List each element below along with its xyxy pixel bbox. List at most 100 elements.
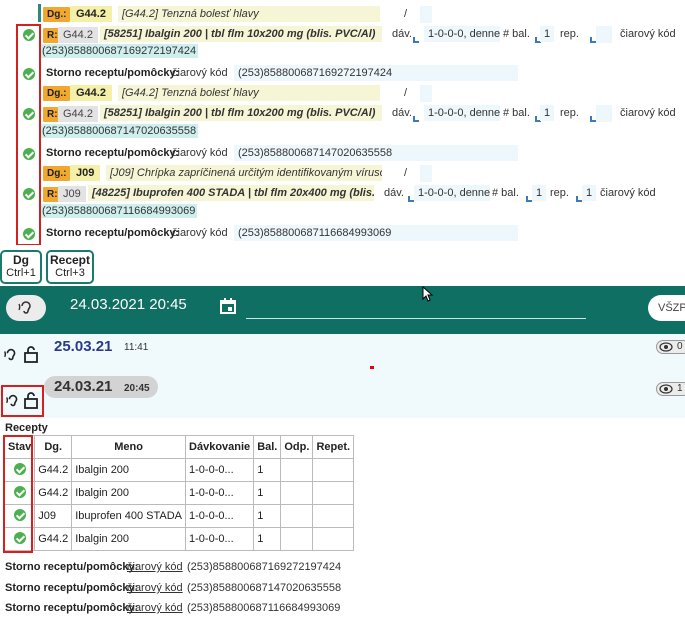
stav-column-highlight: [3, 435, 33, 553]
storno-row: Storno receptu/pomôcky: čiarový kód (253…: [0, 225, 685, 245]
visit-date: 24.03.21: [54, 378, 113, 395]
corner-icon: [413, 116, 419, 122]
barcode-value[interactable]: (253)858800687116684993069: [40, 204, 198, 218]
cell-odp: [280, 458, 314, 482]
cell-dav: 1-0-0-0...: [185, 504, 255, 528]
dav-label: dáv.: [384, 187, 404, 199]
dg-extra-field[interactable]: [420, 165, 432, 182]
visit-datetime[interactable]: 24.03.2021 20:45: [70, 296, 187, 313]
rep-field[interactable]: [596, 26, 612, 43]
rep-field[interactable]: [596, 105, 612, 122]
storno-code-field[interactable]: (253)858800687147020635558: [234, 145, 518, 161]
cell-meno: Ibalgin 200: [71, 458, 187, 482]
dg-description[interactable]: [J09] Chrípka zapríčinená určitým identi…: [106, 165, 382, 181]
dg-label: Dg.:: [43, 166, 71, 181]
recept-shortcut-button[interactable]: Recept Ctrl+3: [46, 250, 94, 284]
dav-field[interactable]: 1-0-0-0, denne: [424, 26, 500, 42]
storno-type: čiarový kód: [172, 147, 228, 159]
dg-shortcut-label: Dg: [13, 253, 29, 267]
view-count: 1: [677, 383, 683, 394]
table-row[interactable]: J09 Ibuprofen 400 STADA 1-0-0-0... 1: [3, 504, 355, 528]
cell-rep: [312, 527, 355, 551]
dg-shortcut-button[interactable]: Dg Ctrl+1: [0, 250, 42, 284]
hearing-toggle-button[interactable]: [6, 295, 46, 321]
table-row[interactable]: G44.2 Ibalgin 200 1-0-0-0... 1: [3, 458, 355, 482]
dav-field[interactable]: 1-0-0-0, denne: [414, 185, 490, 201]
rx-row: R: G44.2 [58251] Ibalgin 200 | tbl flm 1…: [0, 105, 685, 125]
table-row[interactable]: G44.2 Ibalgin 200 1-0-0-0... 1: [3, 527, 355, 551]
rx-dg-code[interactable]: J09: [58, 186, 86, 202]
view-count: 0: [677, 341, 683, 352]
barcode-value[interactable]: (253)858800687147020635558: [40, 124, 199, 138]
hearing-icon: [18, 301, 31, 314]
storno-label: Storno receptu/pomôcky:: [5, 602, 139, 614]
dg-row: Dg.: G44.2 [G44.2] Tenzná bolesť hlavy /: [0, 6, 685, 26]
red-dot: [370, 366, 374, 369]
dg-slash: /: [404, 87, 408, 99]
storno-label: Storno receptu/pomôcky:: [46, 227, 180, 239]
rx-drug[interactable]: [58251] Ibalgin 200 | tbl flm 10x200 mg …: [100, 105, 382, 121]
bal-field[interactable]: 1: [540, 105, 554, 121]
dg-extra-field[interactable]: [420, 6, 432, 23]
cell-meno: Ibalgin 200: [71, 481, 187, 505]
cell-meno: Ibalgin 200: [71, 527, 187, 551]
rx-barcode-row: (253)858800687169272197424: [0, 44, 685, 64]
rep-field[interactable]: 1: [582, 185, 596, 201]
rx-dg-code[interactable]: G44.2: [58, 106, 98, 122]
insurer-button[interactable]: VŠZP: [648, 295, 685, 321]
storno-label: Storno receptu/pomôcky:: [46, 147, 180, 159]
storno-code-field[interactable]: (253)858800687169272197424: [234, 65, 518, 81]
bal-label: # bal.: [492, 187, 519, 199]
col-repet: Repet.: [312, 435, 355, 459]
cell-odp: [280, 504, 314, 528]
storno-code: (253)858800687147020635558: [187, 582, 342, 594]
storno-type-link[interactable]: čiarový kód: [127, 561, 183, 573]
rx-row: R: G44.2 [58251] Ibalgin 200 | tbl flm 1…: [0, 26, 685, 46]
cell-bal: 1: [253, 458, 282, 482]
storno-code-field[interactable]: (253)858800687116684993069: [234, 225, 518, 241]
visit-item[interactable]: 25.03.21 11:41 0: [0, 334, 685, 372]
dav-field[interactable]: 1-0-0-0, denne: [424, 105, 500, 121]
storno-label: Storno receptu/pomôcky:: [5, 582, 139, 594]
dg-description[interactable]: [G44.2] Tenzná bolesť hlavy: [118, 85, 380, 101]
storno-type-link[interactable]: čiarový kód: [127, 602, 183, 614]
rx-barcode-row: (253)858800687147020635558: [0, 124, 685, 144]
rx-row: R: J09 [48225] Ibuprofen 400 STADA | tbl…: [0, 185, 685, 205]
cell-odp: [280, 527, 314, 551]
dg-extra-field[interactable]: [420, 85, 432, 102]
rx-dg-code[interactable]: G44.2: [58, 27, 98, 43]
bal-label: # bal.: [503, 28, 530, 40]
selected-date-pill: 24.03.21 20:45: [44, 376, 158, 398]
rep-label: rep.: [560, 28, 579, 40]
visit-item-selected[interactable]: 24.03.21 20:45 1: [0, 372, 685, 418]
dg-label: Dg.:: [43, 86, 71, 101]
bal-field[interactable]: 1: [540, 26, 554, 42]
recepty-table: Stav Dg. Meno Dávkovanie Bal. Odp. Repet…: [3, 435, 355, 551]
dg-code[interactable]: G44.2: [70, 6, 112, 22]
dg-code[interactable]: G44.2: [70, 85, 112, 101]
lock-highlight: [1, 385, 44, 417]
table-row[interactable]: G44.2 Ibalgin 200 1-0-0-0... 1: [3, 481, 355, 505]
rx-drug[interactable]: [48225] Ibuprofen 400 STADA | tbl flm 20…: [88, 185, 374, 201]
eye-icon: [659, 384, 673, 394]
barcode-label: čiarový kód: [600, 187, 656, 199]
bal-field[interactable]: 1: [532, 185, 546, 201]
eye-icon: [659, 342, 673, 352]
barcode-value[interactable]: (253)858800687169272197424: [40, 44, 199, 58]
cell-dav: 1-0-0-0...: [185, 527, 255, 551]
recept-shortcut-key: Ctrl+3: [55, 267, 85, 279]
view-count-badge[interactable]: 1: [656, 382, 685, 396]
status-column-highlight: [16, 24, 41, 245]
view-count-badge[interactable]: 0: [656, 340, 685, 354]
storno-type-link[interactable]: čiarový kód: [127, 582, 183, 594]
cell-dav: 1-0-0-0...: [185, 458, 255, 482]
cell-dg: G44.2: [34, 481, 73, 505]
rx-drug[interactable]: [58251] Ibalgin 200 | tbl flm 10x200 mg …: [100, 26, 382, 42]
calendar-icon[interactable]: [220, 298, 236, 314]
dg-description[interactable]: [G44.2] Tenzná bolesť hlavy: [118, 6, 380, 22]
col-davkovanie: Dávkovanie: [185, 435, 255, 459]
cell-rep: [312, 481, 355, 505]
dg-code[interactable]: J09: [70, 165, 101, 181]
mouse-cursor-icon: [422, 286, 434, 302]
prescription-list: Dg.: G44.2 [G44.2] Tenzná bolesť hlavy /…: [0, 0, 685, 245]
